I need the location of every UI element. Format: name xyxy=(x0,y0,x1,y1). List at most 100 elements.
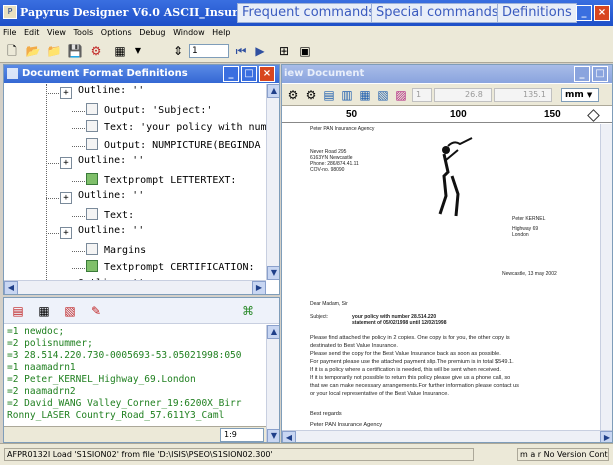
doc-vertical-scrollbar[interactable] xyxy=(600,124,612,430)
date-line: Newcastle, 13 may 2002 xyxy=(502,271,557,277)
doc-minimize-icon[interactable]: _ xyxy=(574,66,590,82)
doc-tool-1-icon[interactable]: ⚙ xyxy=(285,87,301,103)
format-icon[interactable]: ▤ xyxy=(10,303,26,319)
print-icon[interactable]: ▦ xyxy=(112,43,128,59)
minimize-icon[interactable]: _ xyxy=(576,5,592,21)
tree-item[interactable]: Text: 'your policy with number xyxy=(86,120,266,138)
new-document-icon[interactable]: 🗋 xyxy=(4,43,20,59)
scroll-up-icon[interactable]: ▲ xyxy=(267,84,279,98)
doc-tool-7-icon[interactable]: ▨ xyxy=(393,87,409,103)
network-icon[interactable]: ⌘ xyxy=(240,303,256,319)
doc-tool-3-icon[interactable]: ▤ xyxy=(321,87,337,103)
doc-tool-4-icon[interactable]: ▥ xyxy=(339,87,355,103)
run-icon[interactable]: ⚙ xyxy=(88,43,104,59)
doc-field-3[interactable]: 135.1 xyxy=(494,88,552,102)
expand-icon[interactable]: + xyxy=(60,227,72,239)
data-line[interactable]: =2 Peter_KERNEL_Highway_69.London xyxy=(7,374,196,385)
data-alt-icon[interactable]: ▧ xyxy=(62,303,78,319)
doc-scroll-right-icon[interactable]: ▶ xyxy=(600,431,612,442)
menu-tools[interactable]: Tools xyxy=(74,28,94,37)
ruler-label-50: 50 xyxy=(346,109,358,120)
open-project-icon[interactable]: 📁 xyxy=(46,43,62,59)
doc-field-1[interactable]: 1 xyxy=(412,88,432,102)
image-view-icon[interactable]: ▣ xyxy=(297,43,313,59)
tree-item[interactable]: Margins xyxy=(86,242,146,261)
papyrus-app-icon: P xyxy=(3,5,17,19)
page-stepper-icon[interactable]: ⇕ xyxy=(170,43,186,59)
ruler-marker-icon[interactable] xyxy=(587,109,600,122)
first-page-icon[interactable]: ⏮ xyxy=(233,43,249,59)
doc-maximize-icon[interactable]: □ xyxy=(592,66,608,82)
tree-connector xyxy=(72,110,85,112)
dropdown-arrow-icon[interactable]: ▼ xyxy=(130,43,146,59)
chevron-down-icon[interactable]: ▼ xyxy=(587,91,592,99)
text-element-icon xyxy=(86,102,98,115)
tree-vertical-scrollbar[interactable]: ▲ ▼ xyxy=(266,84,279,280)
cursor-position: 1:9 xyxy=(220,428,264,442)
menu-window[interactable]: Window xyxy=(173,28,205,37)
tree-item[interactable]: + Outline: '' xyxy=(60,190,144,208)
doc-scroll-left-icon[interactable]: ◀ xyxy=(282,431,296,442)
tree-item[interactable]: Textprompt LETTERTEXT: xyxy=(86,172,236,191)
next-page-icon[interactable]: ▶ xyxy=(252,43,268,59)
tree-item[interactable]: Textprompt CERTIFICATION: xyxy=(86,260,255,278)
menu-help[interactable]: Help xyxy=(212,28,230,37)
data-line[interactable]: =2 polisnummer; xyxy=(7,338,93,349)
tree-maximize-icon[interactable]: □ xyxy=(241,66,257,82)
expand-icon[interactable]: + xyxy=(60,87,72,99)
body-line: Please send the copy for the Best Value … xyxy=(310,351,501,357)
recipient-address: Peter KERNEL Highway 69 London xyxy=(512,216,546,238)
menu-options[interactable]: Options xyxy=(101,28,132,37)
open-folder-icon[interactable]: 📂 xyxy=(25,43,41,59)
closing: Best regards xyxy=(310,411,342,417)
data-line[interactable]: =2 David_WANG Valley_Corner_19:6200X_Bir… xyxy=(7,398,242,409)
expand-icon[interactable]: + xyxy=(60,192,72,204)
data-vertical-scrollbar[interactable]: ▲ ▼ xyxy=(266,325,279,442)
tree-minimize-icon[interactable]: _ xyxy=(223,66,239,82)
menu-debug[interactable]: Debug xyxy=(139,28,165,37)
version-control-status: m a r No Version Control xyxy=(517,448,609,461)
doc-horizontal-scrollbar[interactable]: ◀ ▶ xyxy=(282,430,612,442)
close-icon[interactable]: × xyxy=(594,5,610,21)
menu-edit[interactable]: Edit xyxy=(24,28,40,37)
subject-label: Subject: xyxy=(310,314,329,320)
data-scroll-down-icon[interactable]: ▼ xyxy=(267,429,279,442)
body-line: If it is temporarily not possible to ret… xyxy=(310,375,511,381)
document-page: Peter PAN Insurance Agency Never Road 29… xyxy=(282,124,612,430)
salutation: Dear Madam, Sir xyxy=(310,301,348,307)
page-number-field[interactable]: 1 xyxy=(189,44,229,58)
doc-tool-6-icon[interactable]: ▧ xyxy=(375,87,391,103)
scroll-right-icon[interactable]: ▶ xyxy=(252,281,266,294)
tree-item[interactable]: Output: NUMPICTURE(BEGINDA xyxy=(86,137,261,156)
tree-item[interactable]: + Outline: '' xyxy=(60,225,144,243)
menu-view[interactable]: View xyxy=(47,28,66,37)
data-line[interactable]: =1 newdoc; xyxy=(7,326,64,337)
expand-icon[interactable]: + xyxy=(60,157,72,169)
unit-select[interactable]: mm ▼ xyxy=(561,88,599,102)
data-scroll-up-icon[interactable]: ▲ xyxy=(267,325,279,339)
scroll-left-icon[interactable]: ◀ xyxy=(4,281,18,294)
data-line[interactable]: =1 naamadrn1 xyxy=(7,362,76,373)
data-lines[interactable]: =1 newdoc; =2 polisnummer; =3 28.514.220.7… xyxy=(4,325,266,425)
scroll-down-icon[interactable]: ▼ xyxy=(267,266,279,280)
doc-tool-2-icon[interactable]: ⚙ xyxy=(303,87,319,103)
tree-connector xyxy=(46,198,59,199)
data-edit-icon[interactable]: ✎ xyxy=(88,303,104,319)
data-line[interactable]: =3 28.514.220.730-0005693-53.05021998:05… xyxy=(7,350,242,361)
menu-file[interactable]: File xyxy=(3,28,16,37)
doc-field-2[interactable]: 26.8 xyxy=(434,88,492,102)
data-line[interactable]: Ronny_LASER Country_Road_57.611Y3_Caml xyxy=(7,410,224,421)
tree-item[interactable]: Text: xyxy=(86,207,134,226)
tree-item-label: Output: 'Subject:' xyxy=(104,104,213,116)
tree-item[interactable]: + Outline: '' xyxy=(60,85,144,103)
save-icon[interactable]: 💾 xyxy=(67,43,83,59)
tree-item[interactable]: + Outline: '' xyxy=(60,155,144,173)
tree-close-icon[interactable]: × xyxy=(259,66,275,82)
doc-tool-5-icon[interactable]: ▦ xyxy=(357,87,373,103)
tree-item[interactable]: Output: 'Subject:' xyxy=(86,102,213,121)
tree-horizontal-scrollbar[interactable]: ◀ ▶ xyxy=(4,280,266,294)
data-line[interactable]: =2 naamadrn2 xyxy=(7,386,76,397)
data-file-icon[interactable]: ▦ xyxy=(36,303,52,319)
tree-connector xyxy=(72,145,85,147)
grid-icon[interactable]: ⊞ xyxy=(276,43,292,59)
